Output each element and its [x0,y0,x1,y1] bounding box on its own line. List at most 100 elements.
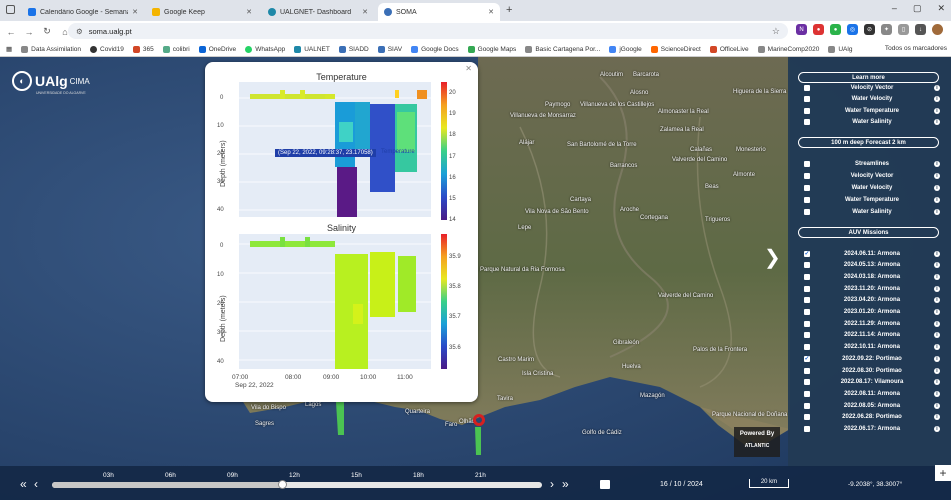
forecast-layer-toggle[interactable]: Water Temperature i [804,194,940,205]
location-marker[interactable] [473,414,485,426]
bookmark-4[interactable]: OneDrive [198,45,236,53]
puzzle-icon[interactable]: ✦ [881,24,892,35]
extension-blue-icon[interactable]: ◎ [847,24,858,35]
map-view[interactable]: Alcoutim Barcarota Alosno Higuera de la Sie… [0,57,951,500]
auv-mission-item[interactable]: 2024.05.13: Armona i [804,260,940,271]
info-icon[interactable]: i [934,262,940,269]
zoom-in-button[interactable]: + [935,465,951,481]
info-icon[interactable]: i [934,285,940,292]
auv-mission-item[interactable]: 2022.11.14: Armona i [804,330,940,341]
forecast-layer-toggle[interactable]: Water Salinity i [804,206,940,217]
forecast-layer-toggle[interactable]: Water Velocity i [804,182,940,193]
panel-toggle-arrow[interactable]: ❯ [764,245,781,270]
info-icon[interactable]: i [934,402,940,409]
tab-soma[interactable]: SOMA ✕ [378,3,500,21]
bookmark-0[interactable]: Data Assimilation [21,45,81,53]
info-icon[interactable]: i [934,426,940,432]
bookmark-9[interactable]: Google Docs [411,45,459,53]
info-icon[interactable]: i [934,208,940,215]
sidepanel-icon[interactable]: ▯ [898,24,909,35]
auv-mission-item[interactable]: 2023.11.20: Armona i [804,283,940,294]
time-slider-knob[interactable] [278,480,288,489]
rewind-icon[interactable]: « [20,477,27,491]
tab-search-icon[interactable] [6,5,15,14]
bookmark-12[interactable]: jGoogle [609,45,642,53]
close-icon[interactable]: ✕ [132,8,138,16]
info-icon[interactable]: i [934,107,940,114]
time-slider[interactable] [52,480,542,489]
step-forward-icon[interactable]: › [550,477,554,491]
extension-dark-icon[interactable]: ⊘ [864,24,875,35]
forecast-layer-toggle[interactable]: Velocity Vector i [804,170,940,181]
bookmark-3[interactable]: colibri [162,45,190,53]
info-icon[interactable]: i [934,250,940,257]
info-icon[interactable]: i [934,332,940,339]
info-icon[interactable]: i [934,355,940,362]
bookmark-10[interactable]: Google Maps [467,45,516,53]
auv-mission-item[interactable]: 2022.08.30: Portimao i [804,365,940,376]
calendar-icon[interactable] [600,480,610,489]
bookmark-1[interactable]: Covid19 [90,45,124,53]
bookmark-7[interactable]: SIADD [338,45,369,53]
info-icon[interactable]: i [934,160,940,167]
auv-mission-item[interactable]: 2022.08.05: Armona i [804,400,940,411]
auv-mission-item[interactable]: 2022.10.11: Armona i [804,342,940,353]
info-icon[interactable]: i [934,84,940,91]
forward-icon[interactable]: → [22,27,36,37]
bookmark-star-icon[interactable]: ☆ [772,26,780,37]
site-info-icon[interactable]: ⚙ [76,27,83,36]
date-display[interactable]: 16 / 10 / 2024 [660,481,703,488]
bookmark-14[interactable]: OfficeLive [709,45,749,53]
address-bar[interactable]: ⚙ soma.ualg.pt ☆ [68,23,788,39]
maximize-icon[interactable]: ▢ [913,3,922,14]
info-icon[interactable]: i [934,96,940,102]
bookmark-13[interactable]: ScienceDirect [650,45,701,53]
fast-forward-icon[interactable]: » [562,477,569,491]
auv-mission-item[interactable]: ✓ 2022.09.22: Portimao i [804,353,940,364]
layer-toggle[interactable]: Water Temperature i [804,105,940,116]
info-icon[interactable]: i [934,119,940,125]
info-icon[interactable]: i [934,379,940,386]
layer-toggle[interactable]: Water Velocity i [804,94,940,105]
download-icon[interactable]: ↓ [915,24,926,35]
info-icon[interactable]: i [934,309,940,315]
info-icon[interactable]: i [934,414,940,421]
bookmark-16[interactable]: UAlg [828,45,852,53]
auv-mission-item[interactable]: 2024.03.18: Armona i [804,271,940,282]
salinity-plot[interactable] [235,234,440,374]
forecast-section-button[interactable]: 100 m deep Forecast 2 km [798,137,939,148]
extension-green-icon[interactable]: ● [830,24,841,35]
avatar[interactable] [932,24,943,35]
apps-icon[interactable]: ▦ [6,45,12,53]
new-tab-button[interactable]: + [506,4,512,16]
back-icon[interactable]: ← [4,27,18,37]
auv-mission-item[interactable]: 2023.01.20: Armona i [804,307,940,318]
close-window-icon[interactable]: ✕ [937,3,945,14]
info-icon[interactable]: i [934,184,940,191]
tab-ualgnet[interactable]: UALGNET- Dashboard ✕ [262,3,374,21]
bookmark-5[interactable]: WhatsApp [245,45,285,53]
auv-mission-item[interactable]: 2022.11.29: Armona i [804,318,940,329]
step-back-icon[interactable]: ‹ [34,477,38,491]
extension-red-icon[interactable]: ● [813,24,824,35]
auv-mission-item[interactable]: 2022.06.17: Armona i [804,424,940,435]
auv-mission-item[interactable]: ✓ 2024.06.11: Armona i [804,248,940,259]
powered-by-badge[interactable]: Powered By ATLANTIC [734,427,780,457]
minimize-icon[interactable]: – [892,3,897,14]
close-icon[interactable]: ✕ [246,8,252,16]
reload-icon[interactable]: ↻ [40,26,54,37]
bookmark-2[interactable]: 365 [132,45,154,53]
tab-keep[interactable]: Google Keep ✕ [146,3,258,21]
layer-toggle[interactable]: Velocity Vector i [804,82,940,93]
all-bookmarks[interactable]: Todos os marcadores [885,45,947,52]
bookmark-6[interactable]: UALNET [294,45,330,53]
layer-toggle[interactable]: Water Salinity i [804,117,940,128]
bookmark-11[interactable]: Basic Cartagena Por... [525,45,600,53]
info-icon[interactable]: i [934,344,940,351]
info-icon[interactable]: i [934,196,940,203]
info-icon[interactable]: i [934,297,940,304]
auv-mission-item[interactable]: 2022.08.11: Armona i [804,388,940,399]
auv-mission-item[interactable]: 2022.06.28: Portimao i [804,412,940,423]
onenote-icon[interactable]: N [796,24,807,35]
auv-missions-button[interactable]: AUV Missions [798,227,939,238]
